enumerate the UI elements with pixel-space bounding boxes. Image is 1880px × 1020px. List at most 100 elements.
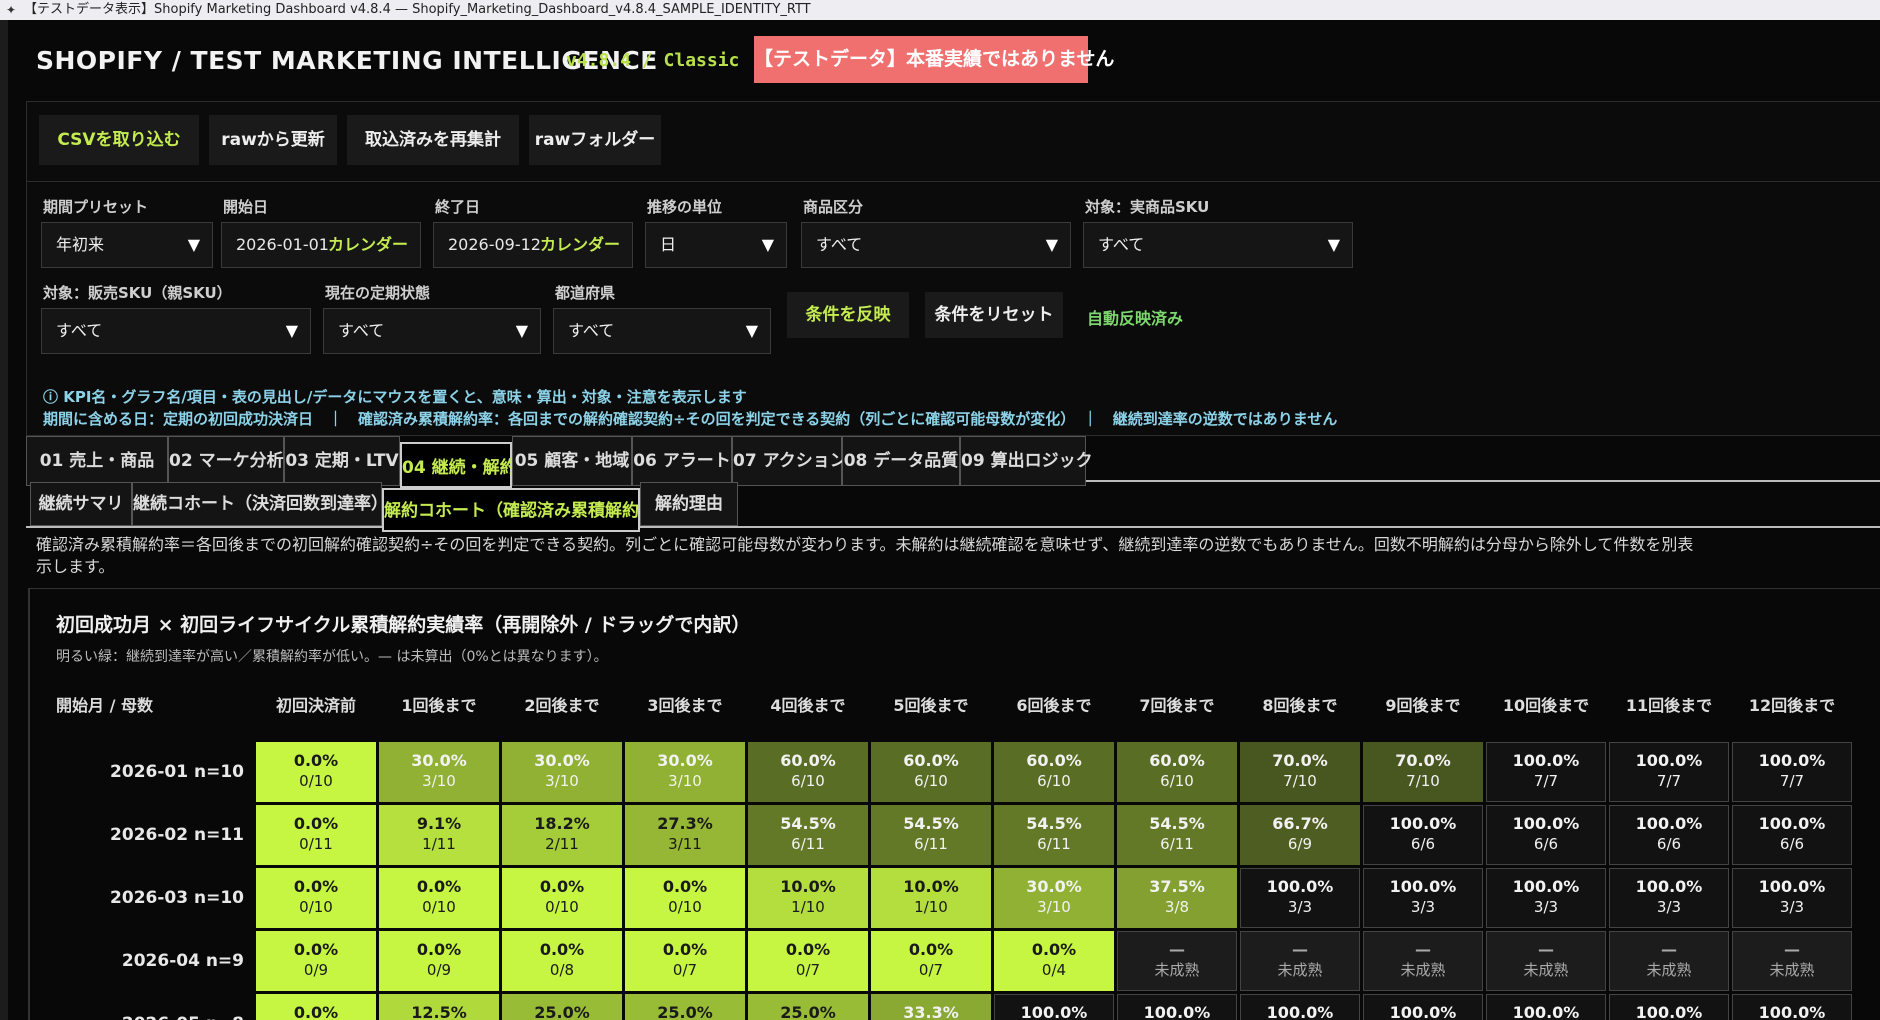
cohort-cell[interactable]: 60.0% 6/10: [994, 742, 1114, 802]
cohort-cell-rate: 18.2%: [534, 814, 590, 833]
cohort-cell[interactable]: 10.0% 1/10: [871, 868, 991, 928]
cohort-cell[interactable]: 54.5% 6/11: [748, 805, 868, 865]
start-date-calendar-button[interactable]: カレンダー: [328, 223, 408, 267]
real-sku-select[interactable]: すべて ▼: [1083, 222, 1353, 268]
cohort-cell[interactable]: 0.0% 0/7: [871, 931, 991, 991]
cohort-cell[interactable]: 60.0% 6/10: [871, 742, 991, 802]
cohort-cell[interactable]: 60.0% 6/10: [748, 742, 868, 802]
cohort-cell[interactable]: 0.0% 0/10: [379, 868, 499, 928]
cohort-cell[interactable]: 100.0%3/3: [1609, 994, 1729, 1020]
cohort-cell[interactable]: 100.0% 7/7: [1486, 742, 1606, 802]
cohort-cell[interactable]: — 未成熟: [1732, 931, 1852, 991]
cohort-cell[interactable]: 100.0%3/3: [1363, 994, 1483, 1020]
cohort-cell[interactable]: 60.0% 6/10: [1117, 742, 1237, 802]
cohort-cell[interactable]: 100.0%3/3: [1732, 994, 1852, 1020]
subtab-1[interactable]: 継続サマリ: [30, 482, 132, 526]
sales-sku-select[interactable]: すべて ▼: [41, 308, 311, 354]
cohort-cell[interactable]: 54.5% 6/11: [1117, 805, 1237, 865]
cohort-cell[interactable]: 100.0%3/3: [1240, 868, 1360, 928]
cohort-cell[interactable]: 100.0% 7/7: [1732, 742, 1852, 802]
cohort-cell[interactable]: — 未成熟: [1486, 931, 1606, 991]
tab-3[interactable]: 03 定期・LTV: [284, 436, 400, 486]
cohort-cell[interactable]: 30.0% 3/10: [502, 742, 622, 802]
subtab-2[interactable]: 継続コホート（決済回数到達率）: [132, 482, 388, 526]
cohort-cell[interactable]: 25.0%2/8: [502, 994, 622, 1020]
cohort-cell[interactable]: 0.0% 0/7: [625, 931, 745, 991]
end-date-input[interactable]: 2026-09-12 カレンダー: [433, 222, 633, 268]
cohort-cell[interactable]: — 未成熟: [1609, 931, 1729, 991]
cohort-cell[interactable]: 100.0% 6/6: [1732, 805, 1852, 865]
raw-folder-button[interactable]: rawフォルダー: [529, 115, 661, 165]
cohort-cell[interactable]: 9.1% 1/11: [379, 805, 499, 865]
cohort-cell[interactable]: 100.0%3/3: [1486, 868, 1606, 928]
cohort-cell[interactable]: 0.0%0/8: [502, 931, 622, 991]
tab-7[interactable]: 07 アクション: [732, 436, 847, 486]
recalculate-button[interactable]: 取込済みを再集計: [347, 115, 519, 165]
cohort-cell[interactable]: 100.0% 6/6: [1609, 805, 1729, 865]
sub-tabs: 継続サマリ 継続コホート（決済回数到達率） 解約コホート（確認済み累積解約率） 解約理…: [26, 482, 1880, 532]
cohort-cell[interactable]: 10.0% 1/10: [748, 868, 868, 928]
cohort-cell[interactable]: 0.0% 0/4: [994, 931, 1114, 991]
prefecture-select[interactable]: すべて ▼: [553, 308, 771, 354]
tab-5[interactable]: 05 顧客・地域: [512, 436, 632, 486]
end-date-calendar-button[interactable]: カレンダー: [540, 223, 620, 267]
cohort-cell[interactable]: 100.0%3/3: [994, 994, 1114, 1020]
cohort-cell[interactable]: 66.7% 6/9: [1240, 805, 1360, 865]
cohort-cell[interactable]: 25.0%2/8: [748, 994, 868, 1020]
reset-filters-button[interactable]: 条件をリセット: [925, 292, 1063, 338]
cohort-cell[interactable]: 37.5% 3/8: [1117, 868, 1237, 928]
cohort-cell[interactable]: 100.0% 7/7: [1609, 742, 1729, 802]
cohort-cell[interactable]: 54.5% 6/11: [871, 805, 991, 865]
cohort-cell-count: 7/10: [1406, 772, 1440, 790]
cohort-cell[interactable]: 70.0% 7/10: [1240, 742, 1360, 802]
cohort-cell[interactable]: 0.0%0/8: [256, 994, 376, 1020]
trend-unit-select[interactable]: 日 ▼: [645, 222, 787, 268]
product-class-select[interactable]: すべて ▼: [801, 222, 1071, 268]
tab-9[interactable]: 09 算出ロジック: [960, 436, 1093, 486]
cohort-cell[interactable]: 0.0% 0/10: [502, 868, 622, 928]
cohort-cell[interactable]: 100.0%3/3: [1240, 994, 1360, 1020]
cohort-cell[interactable]: 100.0%3/3: [1609, 868, 1729, 928]
cohort-cell-count: 6/11: [914, 835, 948, 853]
cohort-cell[interactable]: 100.0%3/3: [1732, 868, 1852, 928]
subscription-state-select[interactable]: すべて ▼: [323, 308, 541, 354]
update-from-raw-button[interactable]: rawから更新: [209, 115, 337, 165]
cohort-cell[interactable]: 100.0%3/3: [1363, 868, 1483, 928]
cohort-cell[interactable]: 0.0% 0/9: [256, 931, 376, 991]
cohort-cell-rate: 100.0%: [1635, 1003, 1703, 1020]
cohort-cell[interactable]: 30.0% 3/10: [994, 868, 1114, 928]
cohort-cell[interactable]: 33.3%2/6: [871, 994, 991, 1020]
cohort-cell[interactable]: 100.0% 6/6: [1486, 805, 1606, 865]
cohort-cell[interactable]: 0.0% 0/11: [256, 805, 376, 865]
cohort-cell[interactable]: 25.0%2/8: [625, 994, 745, 1020]
start-date-input[interactable]: 2026-01-01 カレンダー: [221, 222, 421, 268]
cohort-cell[interactable]: 12.5%1/8: [379, 994, 499, 1020]
cohort-cell[interactable]: 0.0% 0/10: [625, 868, 745, 928]
cohort-cell[interactable]: — 未成熟: [1240, 931, 1360, 991]
cohort-cell[interactable]: 18.2% 2/11: [502, 805, 622, 865]
tab-2[interactable]: 02 マーケ分析: [168, 436, 284, 486]
cohort-cell[interactable]: 30.0% 3/10: [379, 742, 499, 802]
cohort-cell[interactable]: 70.0% 7/10: [1363, 742, 1483, 802]
tab-1[interactable]: 01 売上・商品: [26, 436, 168, 486]
period-preset-select[interactable]: 年初来 ▼: [41, 222, 213, 268]
tab-8[interactable]: 08 データ品質: [842, 436, 960, 486]
cohort-cell[interactable]: 27.3% 3/11: [625, 805, 745, 865]
cohort-cell[interactable]: 100.0%3/3: [1117, 994, 1237, 1020]
cohort-cell[interactable]: 0.0% 0/10: [256, 742, 376, 802]
cohort-cell[interactable]: 0.0% 0/7: [748, 931, 868, 991]
tab-6[interactable]: 06 アラート: [632, 436, 732, 486]
cohort-column-header: 8回後まで: [1262, 696, 1338, 715]
cohort-cell[interactable]: — 未成熟: [1363, 931, 1483, 991]
csv-import-button[interactable]: CSVを取り込む: [39, 115, 199, 165]
cohort-cell[interactable]: 0.0% 0/10: [256, 868, 376, 928]
cohort-cell[interactable]: 54.5% 6/11: [994, 805, 1114, 865]
cohort-cell[interactable]: 30.0% 3/10: [625, 742, 745, 802]
subtab-3[interactable]: 解約コホート（確認済み累積解約率）: [382, 488, 673, 532]
cohort-cell[interactable]: — 未成熟: [1117, 931, 1237, 991]
cohort-cell[interactable]: 100.0% 6/6: [1363, 805, 1483, 865]
apply-filters-button[interactable]: 条件を反映: [787, 292, 909, 338]
cohort-cell[interactable]: 0.0% 0/9: [379, 931, 499, 991]
cohort-cell[interactable]: 100.0%3/3: [1486, 994, 1606, 1020]
subtab-4[interactable]: 解約理由: [640, 482, 738, 526]
